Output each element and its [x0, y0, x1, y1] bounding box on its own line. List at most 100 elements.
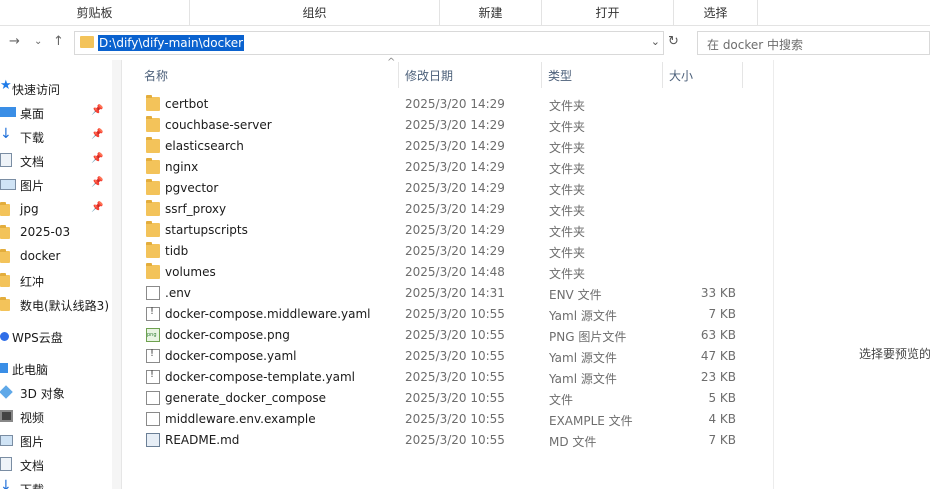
- file-row[interactable]: pgvector 2025/3/20 14:29 文件夹: [140, 178, 740, 199]
- file-row[interactable]: docker-compose.yaml 2025/3/20 10:55 Yaml…: [140, 346, 740, 367]
- navigation-pane-scrollbar[interactable]: [112, 60, 122, 489]
- ribbon-group-organize[interactable]: 组织: [190, 0, 440, 26]
- file-row[interactable]: nginx 2025/3/20 14:29 文件夹: [140, 157, 740, 178]
- column-divider[interactable]: [398, 62, 399, 88]
- column-divider[interactable]: [662, 62, 663, 88]
- nav-item-downloads-pc[interactable]: ↓ 下载: [0, 478, 112, 489]
- nav-item-hongchong[interactable]: 红冲: [0, 270, 112, 292]
- nav-item-desktop[interactable]: 桌面 📌: [0, 102, 112, 124]
- file-date: 2025/3/20 14:29: [405, 244, 505, 258]
- file-row[interactable]: couchbase-server 2025/3/20 14:29 文件夹: [140, 115, 740, 136]
- file-date: 2025/3/20 10:55: [405, 328, 505, 342]
- file-row[interactable]: tidb 2025/3/20 14:29 文件夹: [140, 241, 740, 262]
- nav-item-documents[interactable]: 文档 📌: [0, 150, 112, 172]
- file-type: 文件夹: [549, 267, 586, 281]
- file-type: ENV 文件: [549, 288, 602, 302]
- column-divider[interactable]: [742, 62, 743, 88]
- chevron-down-icon[interactable]: ⌄: [651, 35, 660, 48]
- file-name: pgvector: [165, 181, 219, 195]
- nav-item-this-pc[interactable]: 此电脑: [0, 358, 112, 380]
- file-name: couchbase-server: [165, 118, 272, 132]
- picture-icon: [0, 179, 16, 190]
- ribbon-group-clipboard[interactable]: 剪贴板: [0, 0, 190, 26]
- file-row[interactable]: middleware.env.example 2025/3/20 10:55 E…: [140, 409, 740, 430]
- pin-icon[interactable]: 📌: [91, 202, 103, 213]
- column-header-type[interactable]: 类型: [548, 67, 572, 84]
- picture-icon: [0, 435, 13, 446]
- file-size: 5 KB: [708, 391, 736, 405]
- file-type: 文件: [549, 393, 574, 407]
- file-name: generate_docker_compose: [165, 391, 326, 405]
- file-icon: [146, 286, 160, 300]
- file-row[interactable]: elasticsearch 2025/3/20 14:29 文件夹: [140, 136, 740, 157]
- nav-item-shudian[interactable]: 数电(默认线路3): [0, 294, 112, 316]
- column-header-date[interactable]: 修改日期: [405, 67, 453, 84]
- file-name: docker-compose.png: [165, 328, 290, 342]
- file-type: Yaml 源文件: [549, 372, 617, 386]
- file-row[interactable]: startupscripts 2025/3/20 14:29 文件夹: [140, 220, 740, 241]
- file-date: 2025/3/20 14:29: [405, 181, 505, 195]
- file-row[interactable]: docker-compose.png 2025/3/20 10:55 PNG 图…: [140, 325, 740, 346]
- nav-item-documents-pc[interactable]: 文档: [0, 454, 112, 476]
- folder-icon: [146, 221, 160, 237]
- file-row[interactable]: docker-compose.middleware.yaml 2025/3/20…: [140, 304, 740, 325]
- navigation-bar: → ⌄ ↑ D:\dify\dify-main\docker ⌄ ↻ 在 doc…: [0, 26, 930, 60]
- nav-item-videos[interactable]: 视频: [0, 406, 112, 428]
- nav-item-3d-objects[interactable]: 3D 对象: [0, 382, 112, 404]
- ribbon-group-open[interactable]: 打开: [542, 0, 674, 26]
- file-row[interactable]: generate_docker_compose 2025/3/20 10:55 …: [140, 388, 740, 409]
- file-name: middleware.env.example: [165, 412, 316, 426]
- download-icon: ↓: [0, 126, 12, 142]
- file-row[interactable]: volumes 2025/3/20 14:48 文件夹: [140, 262, 740, 283]
- file-row[interactable]: docker-compose-template.yaml 2025/3/20 1…: [140, 367, 740, 388]
- pin-icon[interactable]: 📌: [91, 129, 103, 140]
- navigation-pane: ★ 快速访问 桌面 📌 ↓ 下载 📌 文档 📌 图片 📌 jpg 📌 2025-…: [0, 60, 112, 489]
- file-name: startupscripts: [165, 223, 248, 237]
- preview-message: 选择要预览的: [859, 347, 930, 361]
- search-input[interactable]: 在 docker 中搜索: [697, 31, 930, 55]
- column-header-name[interactable]: 名称: [144, 67, 168, 84]
- ribbon-group-select[interactable]: 选择: [674, 0, 758, 26]
- file-row[interactable]: README.md 2025/3/20 10:55 MD 文件 7 KB: [140, 430, 740, 451]
- file-row[interactable]: .env 2025/3/20 14:31 ENV 文件 33 KB: [140, 283, 740, 304]
- folder-icon: [80, 36, 94, 48]
- file-type: MD 文件: [549, 435, 597, 449]
- pin-icon[interactable]: 📌: [91, 153, 103, 164]
- column-header-size[interactable]: 大小: [669, 67, 693, 84]
- file-date: 2025/3/20 10:55: [405, 391, 505, 405]
- file-name: elasticsearch: [165, 139, 244, 153]
- forward-arrow-icon[interactable]: →: [9, 34, 20, 49]
- file-row[interactable]: ssrf_proxy 2025/3/20 14:29 文件夹: [140, 199, 740, 220]
- address-path[interactable]: D:\dify\dify-main\docker: [98, 35, 245, 51]
- nav-item-2025-03[interactable]: 2025-03: [0, 222, 112, 244]
- file-name: ssrf_proxy: [165, 202, 227, 216]
- file-date: 2025/3/20 10:55: [405, 349, 505, 363]
- up-arrow-icon[interactable]: ↑: [53, 34, 64, 49]
- yaml-file-icon: [146, 348, 160, 363]
- file-type: 文件夹: [549, 246, 586, 260]
- nav-item-jpg[interactable]: jpg 📌: [0, 199, 112, 221]
- address-bar[interactable]: D:\dify\dify-main\docker ⌄: [74, 31, 664, 55]
- file-size: 63 KB: [700, 328, 736, 342]
- folder-icon: [146, 95, 160, 111]
- file-name: docker-compose.middleware.yaml: [165, 307, 371, 321]
- folder-icon: [146, 137, 160, 153]
- column-divider[interactable]: [541, 62, 542, 88]
- nav-item-pictures-pc[interactable]: 图片: [0, 430, 112, 452]
- ribbon-group-new[interactable]: 新建: [440, 0, 542, 26]
- file-name: nginx: [165, 160, 199, 174]
- nav-item-docker[interactable]: docker: [0, 246, 112, 268]
- nav-item-label: 桌面: [20, 107, 45, 121]
- refresh-icon[interactable]: ↻: [668, 34, 679, 49]
- yaml-file-icon: [146, 306, 160, 321]
- nav-item-downloads[interactable]: ↓ 下载 📌: [0, 126, 112, 148]
- desktop-icon: [0, 107, 16, 117]
- nav-item-pictures[interactable]: 图片 📌: [0, 174, 112, 196]
- recent-locations-chevron-icon[interactable]: ⌄: [34, 36, 42, 47]
- pin-icon[interactable]: 📌: [91, 177, 103, 188]
- nav-item-wps-cloud[interactable]: WPS云盘: [0, 326, 112, 348]
- nav-item-quick-access[interactable]: ★ 快速访问: [0, 78, 112, 100]
- file-row[interactable]: certbot 2025/3/20 14:29 文件夹: [140, 94, 740, 115]
- nav-item-label: 图片: [20, 179, 45, 193]
- pin-icon[interactable]: 📌: [91, 105, 103, 116]
